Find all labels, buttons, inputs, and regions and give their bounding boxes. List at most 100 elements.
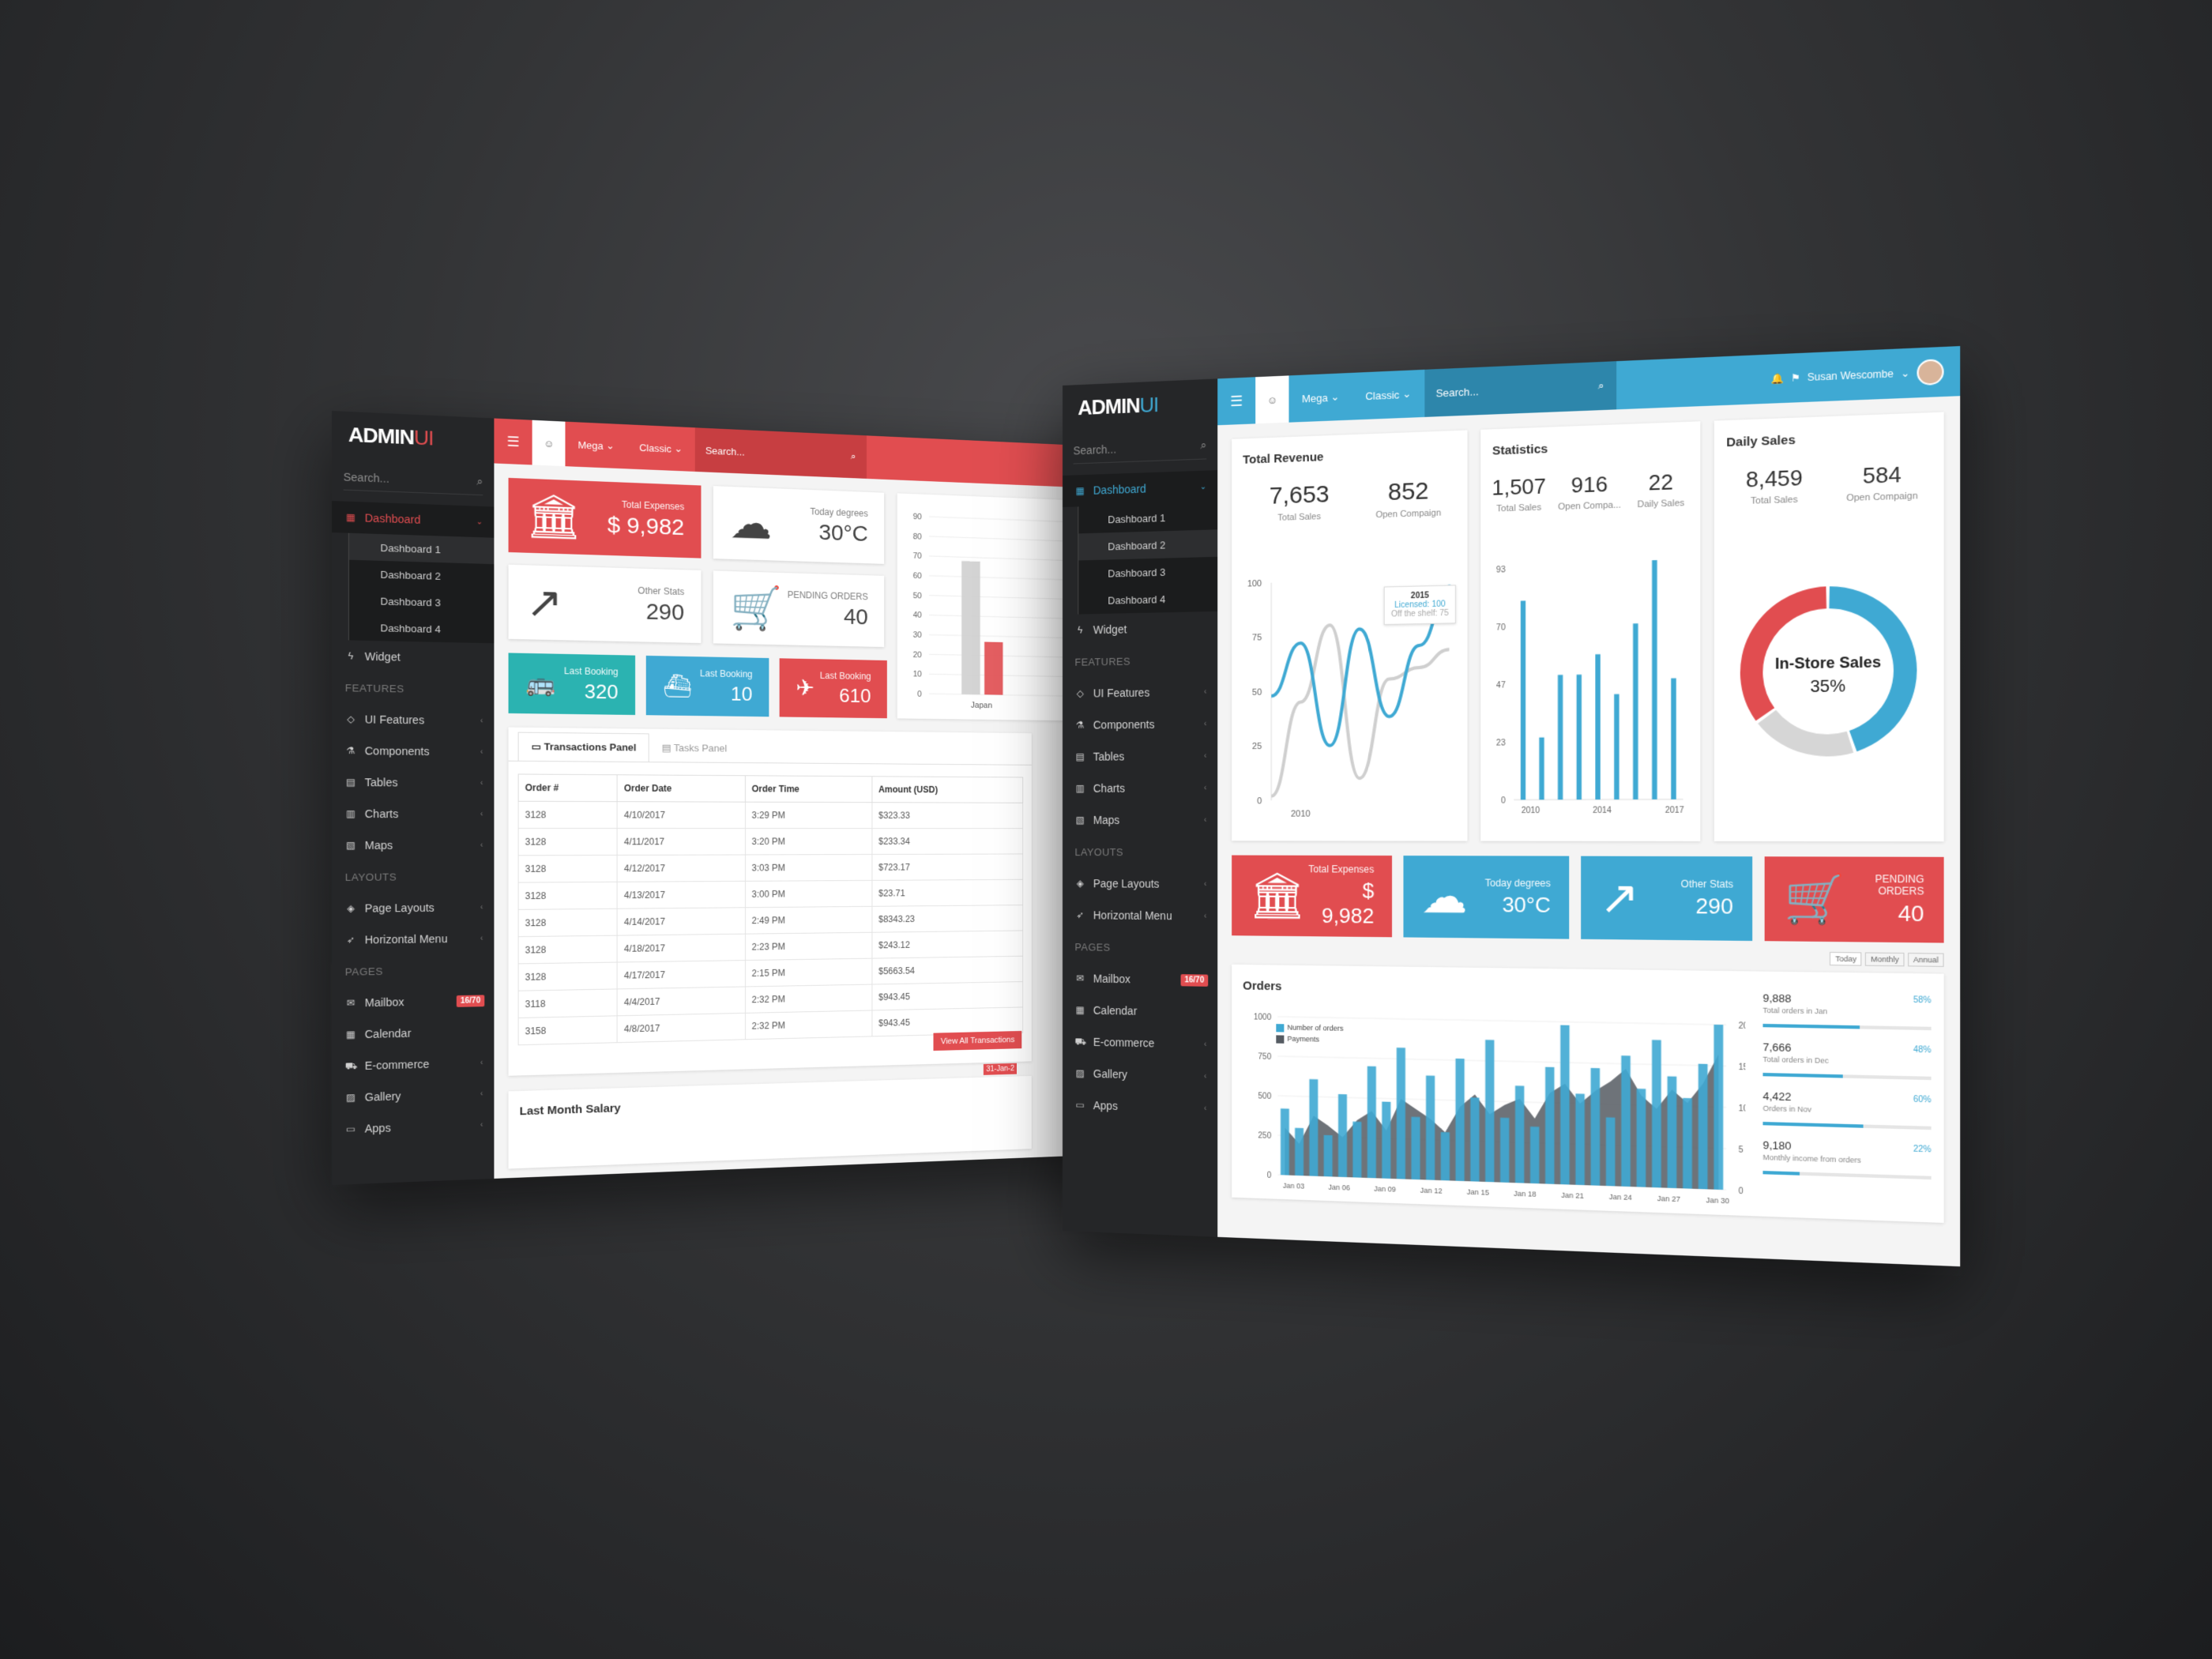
menu-toggle[interactable]: ☰: [1217, 377, 1255, 425]
sidebar-item-charts[interactable]: ▥ Charts ‹: [332, 798, 494, 830]
sidebar-item-widget[interactable]: ϟ Widget: [1063, 611, 1217, 646]
sidebar-item-dashboard[interactable]: ▦ Dashboard ⌄: [332, 501, 495, 538]
sidebar-subitem[interactable]: Dashboard 3: [1078, 556, 1218, 588]
dashboard-screen-blue: ADMIN UI Search... ⌕ ▦ Dashboard ⌄ Dashboard…: [1063, 346, 1961, 1267]
bar-chart-icon: ▥: [1075, 782, 1085, 794]
section-heading: PAGES: [1074, 940, 1111, 954]
tile-weather[interactable]: ☁ Today degrees 30°C: [1403, 856, 1570, 939]
y-tick-label: 90: [913, 512, 922, 521]
y-right-tick-label: 15: [1739, 1063, 1746, 1072]
user-name: Susan Wescombe: [1807, 367, 1894, 384]
progress-fill: [1762, 1171, 1800, 1176]
sidebar-item-ui-features[interactable]: ◇ UI Features ‹: [1063, 675, 1217, 709]
y-tick-label: 25: [1252, 742, 1262, 752]
sidebar-item-tables[interactable]: ▤ Tables ‹: [1063, 739, 1217, 773]
sidebar-search[interactable]: Search... ⌕: [1073, 431, 1207, 465]
sidebar-subitem[interactable]: Dashboard 2: [348, 559, 495, 591]
tile-pending-orders[interactable]: 🛒 PENDING ORDERS 40: [1764, 856, 1944, 943]
cart-icon: 🛒: [1784, 871, 1845, 926]
tab-tasks[interactable]: ▤ Tasks Panel: [649, 734, 739, 762]
sidebar-item-apps[interactable]: ▭ Apps ‹: [1063, 1089, 1217, 1125]
sidebar-item-calendar[interactable]: ▦ Calendar: [332, 1016, 494, 1051]
sidebar-item-ecommerce[interactable]: ⛟ E-commerce ‹: [1063, 1025, 1217, 1060]
sidebar-item-ui-features[interactable]: ◇ UI Features ‹: [332, 703, 494, 736]
tile-other-stats[interactable]: ↗ Other Stats 290: [1581, 856, 1753, 942]
table-row[interactable]: 3128 4/11/2017 3:20 PM $233.34: [518, 828, 1023, 856]
tile-pending-orders[interactable]: 🛒 PENDING ORDERS 40: [713, 570, 885, 648]
period-monthly[interactable]: Monthly: [1865, 952, 1905, 967]
table-header[interactable]: Order Date: [617, 774, 746, 803]
tile-last-booking-bus[interactable]: 🚌 Last Booking 320: [508, 653, 636, 716]
tile-weather[interactable]: ☁ Today degrees 30°C: [713, 486, 885, 564]
sidebar-subitem[interactable]: Dashboard 2: [1078, 529, 1218, 561]
sidebar-item-horizontal-menu[interactable]: ➶ Horizontal Menu ‹: [332, 923, 494, 956]
sidebar-item-widget[interactable]: ϟ Widget: [332, 640, 494, 675]
sidebar-item-components[interactable]: ⚗ Components ‹: [1063, 708, 1217, 741]
mega-menu[interactable]: Mega ⌄: [1289, 373, 1352, 423]
view-all-transactions-button[interactable]: View All Transactions: [933, 1030, 1022, 1051]
tile-other-stats[interactable]: ↗ Other Stats 290: [508, 564, 702, 644]
sidebar-item-ecommerce[interactable]: ⛟ E-commerce ‹: [332, 1047, 494, 1082]
sidebar-item-calendar[interactable]: ▦ Calendar: [1063, 994, 1217, 1029]
sidebar-item-mailbox[interactable]: ✉ Mailbox 16/70: [332, 984, 494, 1019]
y-tick-label: 50: [1252, 687, 1262, 698]
period-annual[interactable]: Annual: [1908, 953, 1944, 967]
period-today[interactable]: Today: [1830, 951, 1862, 966]
sidebar-item-charts[interactable]: ▥ Charts ‹: [1063, 772, 1217, 804]
sidebar-item-mailbox[interactable]: ✉ Mailbox 16/70: [1063, 962, 1217, 996]
chevron-down-icon: ⌄: [476, 517, 483, 527]
table-header[interactable]: Amount (USD): [872, 776, 1023, 803]
sidebar-item-dashboard[interactable]: ▦ Dashboard ⌄: [1063, 470, 1218, 507]
user-button[interactable]: ☺: [532, 419, 566, 467]
sidebar-subitem[interactable]: Dashboard 4: [1078, 584, 1218, 615]
table-cell: $323.33: [872, 802, 1023, 829]
tile-last-booking-plane[interactable]: ✈ Last Booking 610: [779, 658, 887, 719]
sidebar-item-gallery[interactable]: ▨ Gallery ‹: [332, 1078, 494, 1114]
tab-transactions[interactable]: ▭ Transactions Panel: [517, 732, 650, 762]
sidebar-item-horizontal-menu[interactable]: ➶ Horizontal Menu ‹: [1063, 899, 1217, 932]
mega-menu[interactable]: Mega ⌄: [566, 422, 627, 469]
y-tick-label: 75: [1252, 634, 1262, 644]
section-heading: FEATURES: [1074, 655, 1130, 668]
image-icon: ▨: [1075, 1067, 1085, 1079]
logo[interactable]: ADMIN UI: [1063, 378, 1217, 431]
calendar-icon: ▦: [1075, 1004, 1085, 1016]
sidebar-item-maps[interactable]: ▧ Maps ‹: [1063, 804, 1217, 837]
tile-total-expenses[interactable]: 🏛 Total Expenses $ 9,982: [508, 477, 702, 559]
side-stat-progress: [1762, 1171, 1932, 1180]
sidebar-subitem[interactable]: Dashboard 1: [1078, 502, 1218, 534]
sidebar-item-gallery[interactable]: ▨ Gallery ‹: [1063, 1057, 1217, 1093]
sidebar-subitem[interactable]: Dashboard 4: [348, 613, 495, 644]
table-cell: 3:00 PM: [745, 880, 873, 908]
sidebar-subitem[interactable]: Dashboard 1: [348, 532, 495, 565]
bar: [1337, 1093, 1347, 1178]
tile-last-booking-ship[interactable]: ⛴ Last Booking 10: [645, 655, 769, 717]
bar: [1614, 694, 1620, 800]
logo[interactable]: ADMIN UI: [332, 411, 494, 463]
sidebar-item-components[interactable]: ⚗ Components ‹: [332, 735, 494, 767]
side-stat-progress: [1762, 1122, 1932, 1130]
mail-badge: 16/70: [456, 994, 485, 1007]
sidebar-item-maps[interactable]: ▧ Maps ‹: [332, 830, 494, 861]
sidebar-item-tables[interactable]: ▤ Tables ‹: [332, 766, 494, 799]
classic-menu[interactable]: Classic ⌄: [627, 424, 695, 472]
sidebar-item-page-layouts[interactable]: ◈ Page Layouts ‹: [1063, 867, 1217, 900]
monitor-icon: ▭: [1075, 1099, 1085, 1111]
sidebar-item-page-layouts[interactable]: ◈ Page Layouts ‹: [332, 892, 494, 924]
menu-toggle[interactable]: ☰: [494, 419, 532, 465]
sidebar-subitem[interactable]: Dashboard 3: [348, 586, 495, 617]
table-header[interactable]: Order #: [518, 773, 618, 802]
classic-menu[interactable]: Classic ⌄: [1352, 370, 1424, 420]
table-cell: $233.34: [872, 828, 1023, 855]
user-menu[interactable]: 🔔 ⚑ Susan Wescombe ⌄: [1770, 358, 1960, 391]
table-row[interactable]: 3128 4/12/2017 3:03 PM $723.17: [518, 853, 1023, 883]
table-header[interactable]: Order Time: [745, 775, 873, 803]
user-button[interactable]: ☺: [1255, 375, 1289, 424]
topbar-search[interactable]: Search... ⌕: [694, 427, 867, 479]
topbar-search[interactable]: Search... ⌕: [1424, 361, 1616, 417]
sidebar-search[interactable]: Search... ⌕: [343, 463, 483, 496]
sidebar-item-apps[interactable]: ▭ Apps ‹: [332, 1109, 494, 1146]
bar: [1560, 1025, 1570, 1185]
table-row[interactable]: 3128 4/10/2017 3:29 PM $323.33: [518, 801, 1023, 829]
tile-total-expenses[interactable]: 🏛 Total Expenses $ 9,982: [1232, 855, 1393, 938]
